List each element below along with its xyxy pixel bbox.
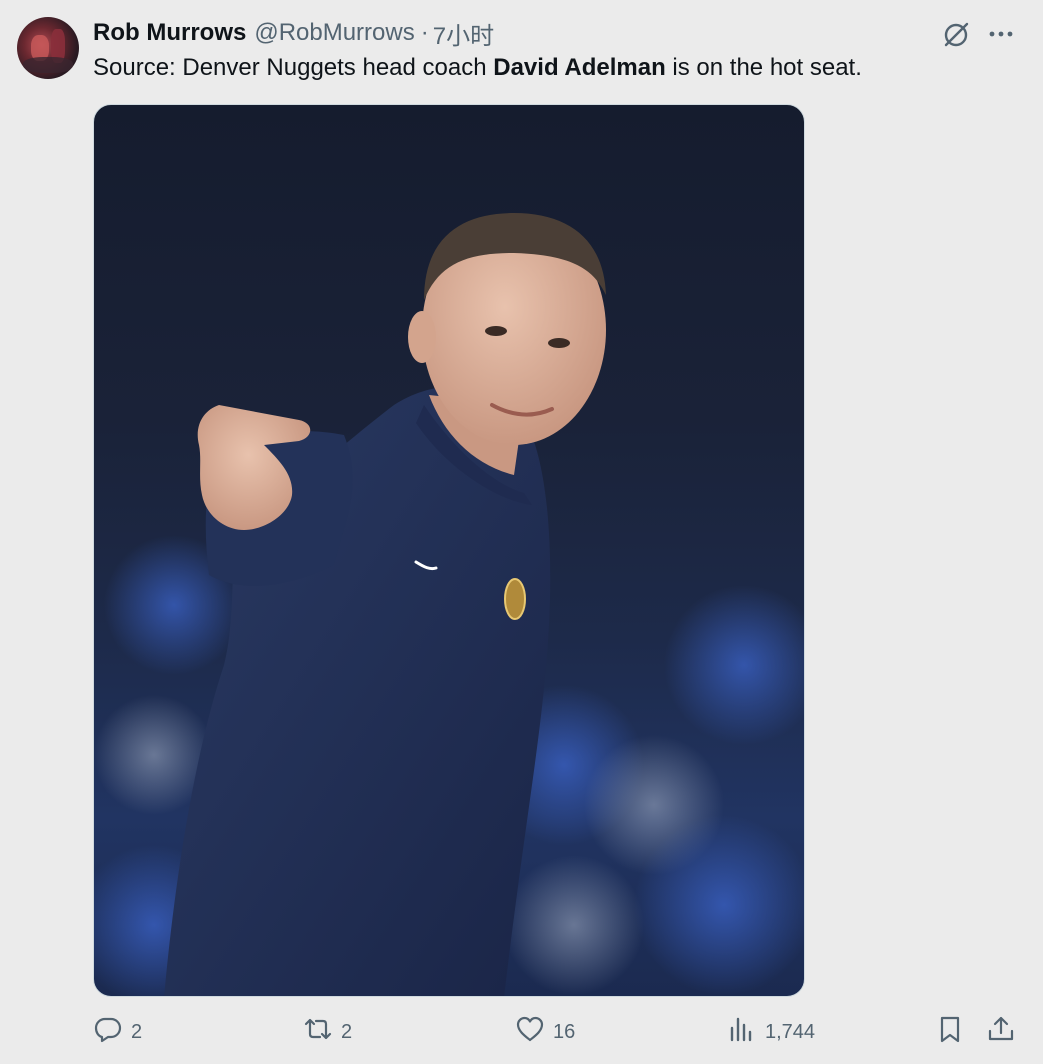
reply-button[interactable]: 2 <box>93 1012 142 1052</box>
coach-photo-illustration <box>94 213 804 996</box>
views-icon <box>727 1014 757 1050</box>
tweet-text-bold: David Adelman <box>493 54 666 81</box>
bookmark-icon <box>935 1014 965 1050</box>
tweet-text: Source: Denver Nuggets head coach David … <box>93 52 1023 84</box>
grok-icon[interactable] <box>941 19 971 49</box>
reply-icon <box>93 1014 123 1050</box>
bookmark-button[interactable] <box>935 1012 965 1052</box>
reply-count: 2 <box>131 1020 143 1043</box>
tweet-header: Rob Murrows @RobMurrows · 7小时 <box>93 16 494 51</box>
repost-icon <box>303 1014 333 1050</box>
author-handle[interactable]: @RobMurrows <box>254 19 414 47</box>
more-icon[interactable] <box>986 19 1016 49</box>
views-count: 1,744 <box>765 1020 816 1043</box>
tweet-text-prefix: Source: Denver Nuggets head coach <box>93 54 494 81</box>
tweet-photo[interactable] <box>93 104 805 997</box>
tweet-actions: 2 2 16 1,744 <box>93 1012 1023 1052</box>
header-separator: · <box>420 19 429 46</box>
like-button[interactable]: 16 <box>515 1012 575 1052</box>
share-icon <box>986 1014 1016 1050</box>
tweet-text-suffix: is on the hot seat. <box>665 54 862 81</box>
tweet: Rob Murrows @RobMurrows · 7小时 Source: De… <box>0 0 1043 1064</box>
repost-button[interactable]: 2 <box>303 1012 352 1052</box>
post-timestamp[interactable]: 7小时 <box>433 16 494 51</box>
repost-count: 2 <box>341 1020 353 1043</box>
avatar[interactable] <box>17 17 79 79</box>
author-display-name[interactable]: Rob Murrows <box>93 19 246 47</box>
views-button[interactable]: 1,744 <box>727 1012 815 1052</box>
heart-icon <box>515 1014 545 1050</box>
share-button[interactable] <box>986 1012 1016 1052</box>
like-count: 16 <box>553 1020 576 1043</box>
